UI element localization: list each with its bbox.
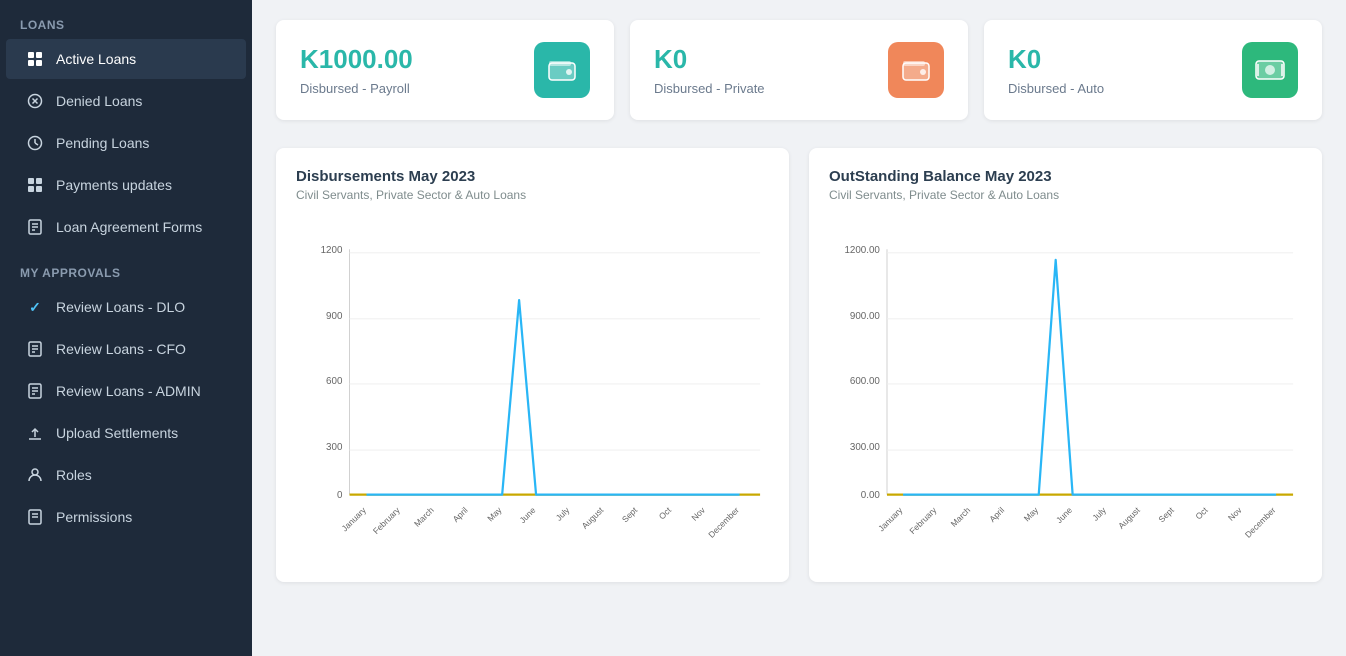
- stat-label-payroll: Disbursed - Payroll: [300, 81, 413, 96]
- svg-text:July: July: [1090, 504, 1108, 522]
- svg-text:July: July: [554, 504, 572, 522]
- stat-value-private: K0: [654, 44, 765, 75]
- sidebar-item-review-admin[interactable]: Review Loans - ADMIN: [6, 371, 246, 411]
- circle-x-icon: [26, 92, 44, 110]
- sidebar-item-label: Review Loans - CFO: [56, 341, 186, 357]
- outstanding-chart-subtitle: Civil Servants, Private Sector & Auto Lo…: [829, 188, 1302, 202]
- grid-icon: [26, 50, 44, 68]
- svg-text:Sept: Sept: [620, 505, 640, 525]
- disbursements-chart-subtitle: Civil Servants, Private Sector & Auto Lo…: [296, 188, 769, 202]
- disbursements-chart-svg: 1200 900 600 300 0: [296, 212, 769, 572]
- stat-label-auto: Disbursed - Auto: [1008, 81, 1104, 96]
- sidebar-item-label: Payments updates: [56, 177, 172, 193]
- check-icon: ✓: [26, 298, 44, 316]
- svg-text:June: June: [1054, 505, 1074, 525]
- stat-value-auto: K0: [1008, 44, 1104, 75]
- sidebar-item-label: Pending Loans: [56, 135, 149, 151]
- svg-text:1200.00: 1200.00: [844, 245, 880, 256]
- sidebar-item-label: Upload Settlements: [56, 425, 178, 441]
- svg-text:Oct: Oct: [657, 505, 674, 522]
- sidebar-item-permissions[interactable]: Permissions: [6, 497, 246, 537]
- stat-card-payroll: K1000.00 Disbursed - Payroll: [276, 20, 614, 120]
- svg-text:Nov: Nov: [689, 504, 707, 522]
- sidebar-item-roles[interactable]: Roles: [6, 455, 246, 495]
- sidebar-item-denied-loans[interactable]: Denied Loans: [6, 81, 246, 121]
- sidebar-item-loan-agreement-forms[interactable]: Loan Agreement Forms: [6, 207, 246, 247]
- sidebar-item-label: Review Loans - ADMIN: [56, 383, 201, 399]
- loans-section-title: Loans: [0, 0, 252, 38]
- stat-label-private: Disbursed - Private: [654, 81, 765, 96]
- svg-text:March: March: [949, 505, 973, 529]
- outstanding-chart-title: OutStanding Balance May 2023: [829, 168, 1302, 185]
- clock-icon: [26, 134, 44, 152]
- svg-text:April: April: [987, 505, 1006, 524]
- svg-text:March: March: [412, 505, 436, 529]
- svg-text:January: January: [876, 505, 905, 534]
- main-content: K1000.00 Disbursed - Payroll K0 Disburse…: [252, 0, 1346, 656]
- svg-text:900.00: 900.00: [850, 311, 881, 322]
- doc4-icon: [26, 508, 44, 526]
- wallet-icon-orange: [888, 42, 944, 98]
- money-icon-green: [1242, 42, 1298, 98]
- svg-text:Sept: Sept: [1156, 505, 1176, 525]
- stat-value-payroll: K1000.00: [300, 44, 413, 75]
- svg-text:August: August: [580, 505, 606, 531]
- svg-text:600: 600: [326, 376, 343, 387]
- doc-icon: [26, 218, 44, 236]
- sidebar-item-review-cfo[interactable]: Review Loans - CFO: [6, 329, 246, 369]
- svg-text:August: August: [1116, 505, 1142, 531]
- svg-text:January: January: [340, 505, 369, 534]
- doc2-icon: [26, 340, 44, 358]
- svg-text:1200: 1200: [321, 245, 343, 256]
- sidebar-item-label: Loan Agreement Forms: [56, 219, 202, 235]
- stat-card-private: K0 Disbursed - Private: [630, 20, 968, 120]
- sidebar-item-upload-settlements[interactable]: Upload Settlements: [6, 413, 246, 453]
- sidebar: Loans Active Loans Denied Loans Pending …: [0, 0, 252, 656]
- sidebar-item-pending-loans[interactable]: Pending Loans: [6, 123, 246, 163]
- sidebar-item-label: Permissions: [56, 509, 132, 525]
- upload-icon: [26, 424, 44, 442]
- approvals-section-title: My Approvals: [0, 248, 252, 286]
- outstanding-balance-chart: OutStanding Balance May 2023 Civil Serva…: [809, 148, 1322, 582]
- svg-text:February: February: [907, 505, 939, 537]
- svg-text:Nov: Nov: [1226, 504, 1244, 522]
- wallet-icon-teal: [534, 42, 590, 98]
- disbursements-chart-title: Disbursements May 2023: [296, 168, 769, 185]
- svg-text:300: 300: [326, 442, 343, 453]
- svg-text:June: June: [517, 505, 537, 525]
- grid-sm-icon: [26, 176, 44, 194]
- sidebar-item-active-loans[interactable]: Active Loans: [6, 39, 246, 79]
- stat-cards-row: K1000.00 Disbursed - Payroll K0 Disburse…: [276, 20, 1322, 120]
- sidebar-item-review-dlo[interactable]: ✓ Review Loans - DLO: [6, 287, 246, 327]
- svg-text:December: December: [1243, 505, 1278, 540]
- outstanding-chart-svg: 1200.00 900.00 600.00 300.00 0.00: [829, 212, 1302, 572]
- sidebar-item-label: Active Loans: [56, 51, 136, 67]
- doc3-icon: [26, 382, 44, 400]
- svg-text:May: May: [485, 504, 504, 523]
- svg-text:300.00: 300.00: [850, 442, 881, 453]
- svg-text:0.00: 0.00: [861, 490, 881, 501]
- svg-text:Oct: Oct: [1193, 505, 1210, 522]
- svg-text:February: February: [371, 505, 403, 537]
- sidebar-item-label: Review Loans - DLO: [56, 299, 185, 315]
- svg-text:600.00: 600.00: [850, 376, 881, 387]
- svg-text:April: April: [451, 505, 470, 524]
- svg-text:December: December: [706, 505, 741, 540]
- person-icon: [26, 466, 44, 484]
- svg-text:May: May: [1022, 504, 1041, 523]
- svg-text:0: 0: [337, 490, 343, 501]
- stat-card-auto: K0 Disbursed - Auto: [984, 20, 1322, 120]
- sidebar-item-label: Denied Loans: [56, 93, 142, 109]
- sidebar-item-payments-updates[interactable]: Payments updates: [6, 165, 246, 205]
- disbursements-chart: Disbursements May 2023 Civil Servants, P…: [276, 148, 789, 582]
- svg-text:900: 900: [326, 311, 343, 322]
- charts-row: Disbursements May 2023 Civil Servants, P…: [276, 148, 1322, 582]
- sidebar-item-label: Roles: [56, 467, 92, 483]
